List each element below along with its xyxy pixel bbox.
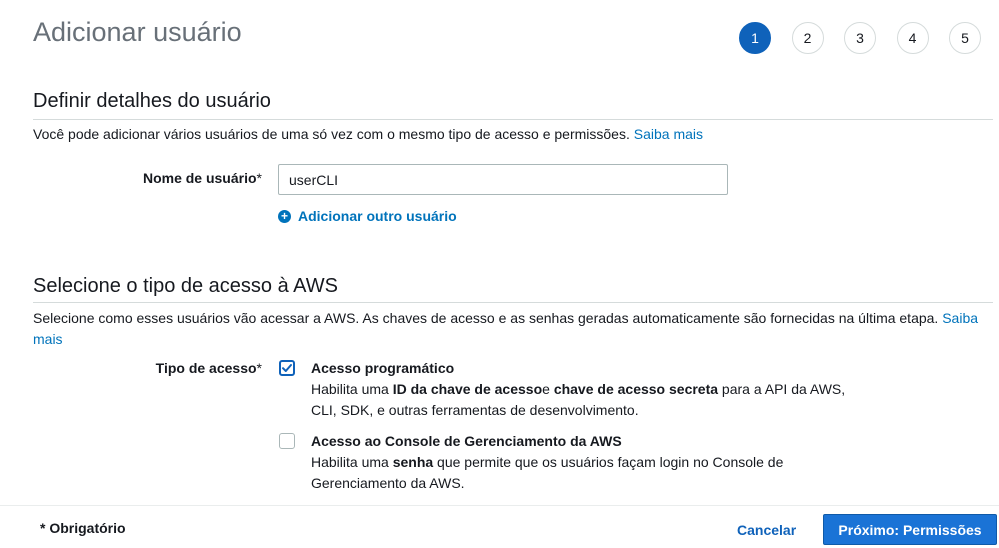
programmatic-access-checkbox[interactable]: [279, 360, 295, 376]
details-description: Você pode adicionar vários usuários de u…: [33, 124, 703, 145]
desc-text: e: [542, 381, 554, 397]
access-description-text: Selecione como esses usuários vão acessa…: [33, 310, 939, 326]
access-type-label: Tipo de acesso*: [33, 360, 262, 376]
add-another-user-link[interactable]: + Adicionar outro usuário: [278, 208, 457, 224]
access-description-line2: mais: [33, 329, 63, 350]
desc-text: para a API da AWS,: [718, 381, 846, 397]
access-description: Selecione como esses usuários vão acessa…: [33, 308, 978, 329]
page-title: Adicionar usuário: [33, 17, 242, 47]
desc-text: Gerenciamento da AWS.: [311, 475, 465, 491]
desc-text: que permite que os usuários façam login …: [433, 454, 784, 470]
step-3[interactable]: 3: [844, 22, 876, 54]
desc-text: Habilita uma: [311, 381, 393, 397]
desc-text: Habilita uma: [311, 454, 393, 470]
footer-divider: [0, 505, 999, 506]
required-mark: *: [256, 170, 262, 186]
section-divider: [33, 119, 993, 120]
step-4[interactable]: 4: [896, 22, 929, 54]
details-section-title: Definir detalhes do usuário: [33, 90, 271, 112]
next-permissions-button[interactable]: Próximo: Permissões: [823, 514, 997, 545]
step-5[interactable]: 5: [949, 22, 981, 54]
username-input[interactable]: [278, 164, 728, 195]
username-label: Nome de usuário*: [33, 170, 262, 186]
details-description-text: Você pode adicionar vários usuários de u…: [33, 126, 630, 142]
cancel-button[interactable]: Cancelar: [724, 514, 809, 545]
username-label-text: Nome de usuário: [142, 170, 257, 186]
console-access-description: Habilita uma senha que permite que os us…: [311, 452, 871, 494]
learn-more-link-continued[interactable]: mais: [33, 331, 63, 347]
learn-more-link[interactable]: Saiba: [942, 310, 978, 326]
desc-bold: senha: [392, 454, 434, 470]
programmatic-access-description: Habilita uma ID da chave de acessoe chav…: [311, 379, 871, 421]
plus-circle-icon: +: [278, 209, 291, 223]
desc-text: CLI, SDK, e outras ferramentas de desenv…: [311, 402, 639, 418]
add-another-user-label: Adicionar outro usuário: [298, 208, 457, 224]
console-access-title: Acesso ao Console de Gerenciamento da AW…: [311, 433, 622, 449]
desc-bold: ID da chave de acesso: [392, 381, 543, 397]
access-type-label-text: Tipo de acesso: [155, 360, 257, 376]
section-divider: [33, 302, 993, 303]
desc-bold: chave de acesso secreta: [553, 381, 719, 397]
access-section-title: Selecione o tipo de acesso à AWS: [33, 275, 338, 297]
wizard-steps: 1 2 3 4 5: [739, 22, 981, 54]
required-note: * Obrigatório: [40, 520, 126, 536]
required-mark: *: [256, 360, 262, 376]
programmatic-access-title: Acesso programático: [311, 360, 455, 376]
checkmark-icon: [282, 364, 292, 372]
step-1[interactable]: 1: [739, 22, 771, 54]
console-access-checkbox[interactable]: [279, 433, 295, 449]
learn-more-link[interactable]: Saiba mais: [634, 126, 703, 142]
step-2[interactable]: 2: [791, 22, 824, 54]
